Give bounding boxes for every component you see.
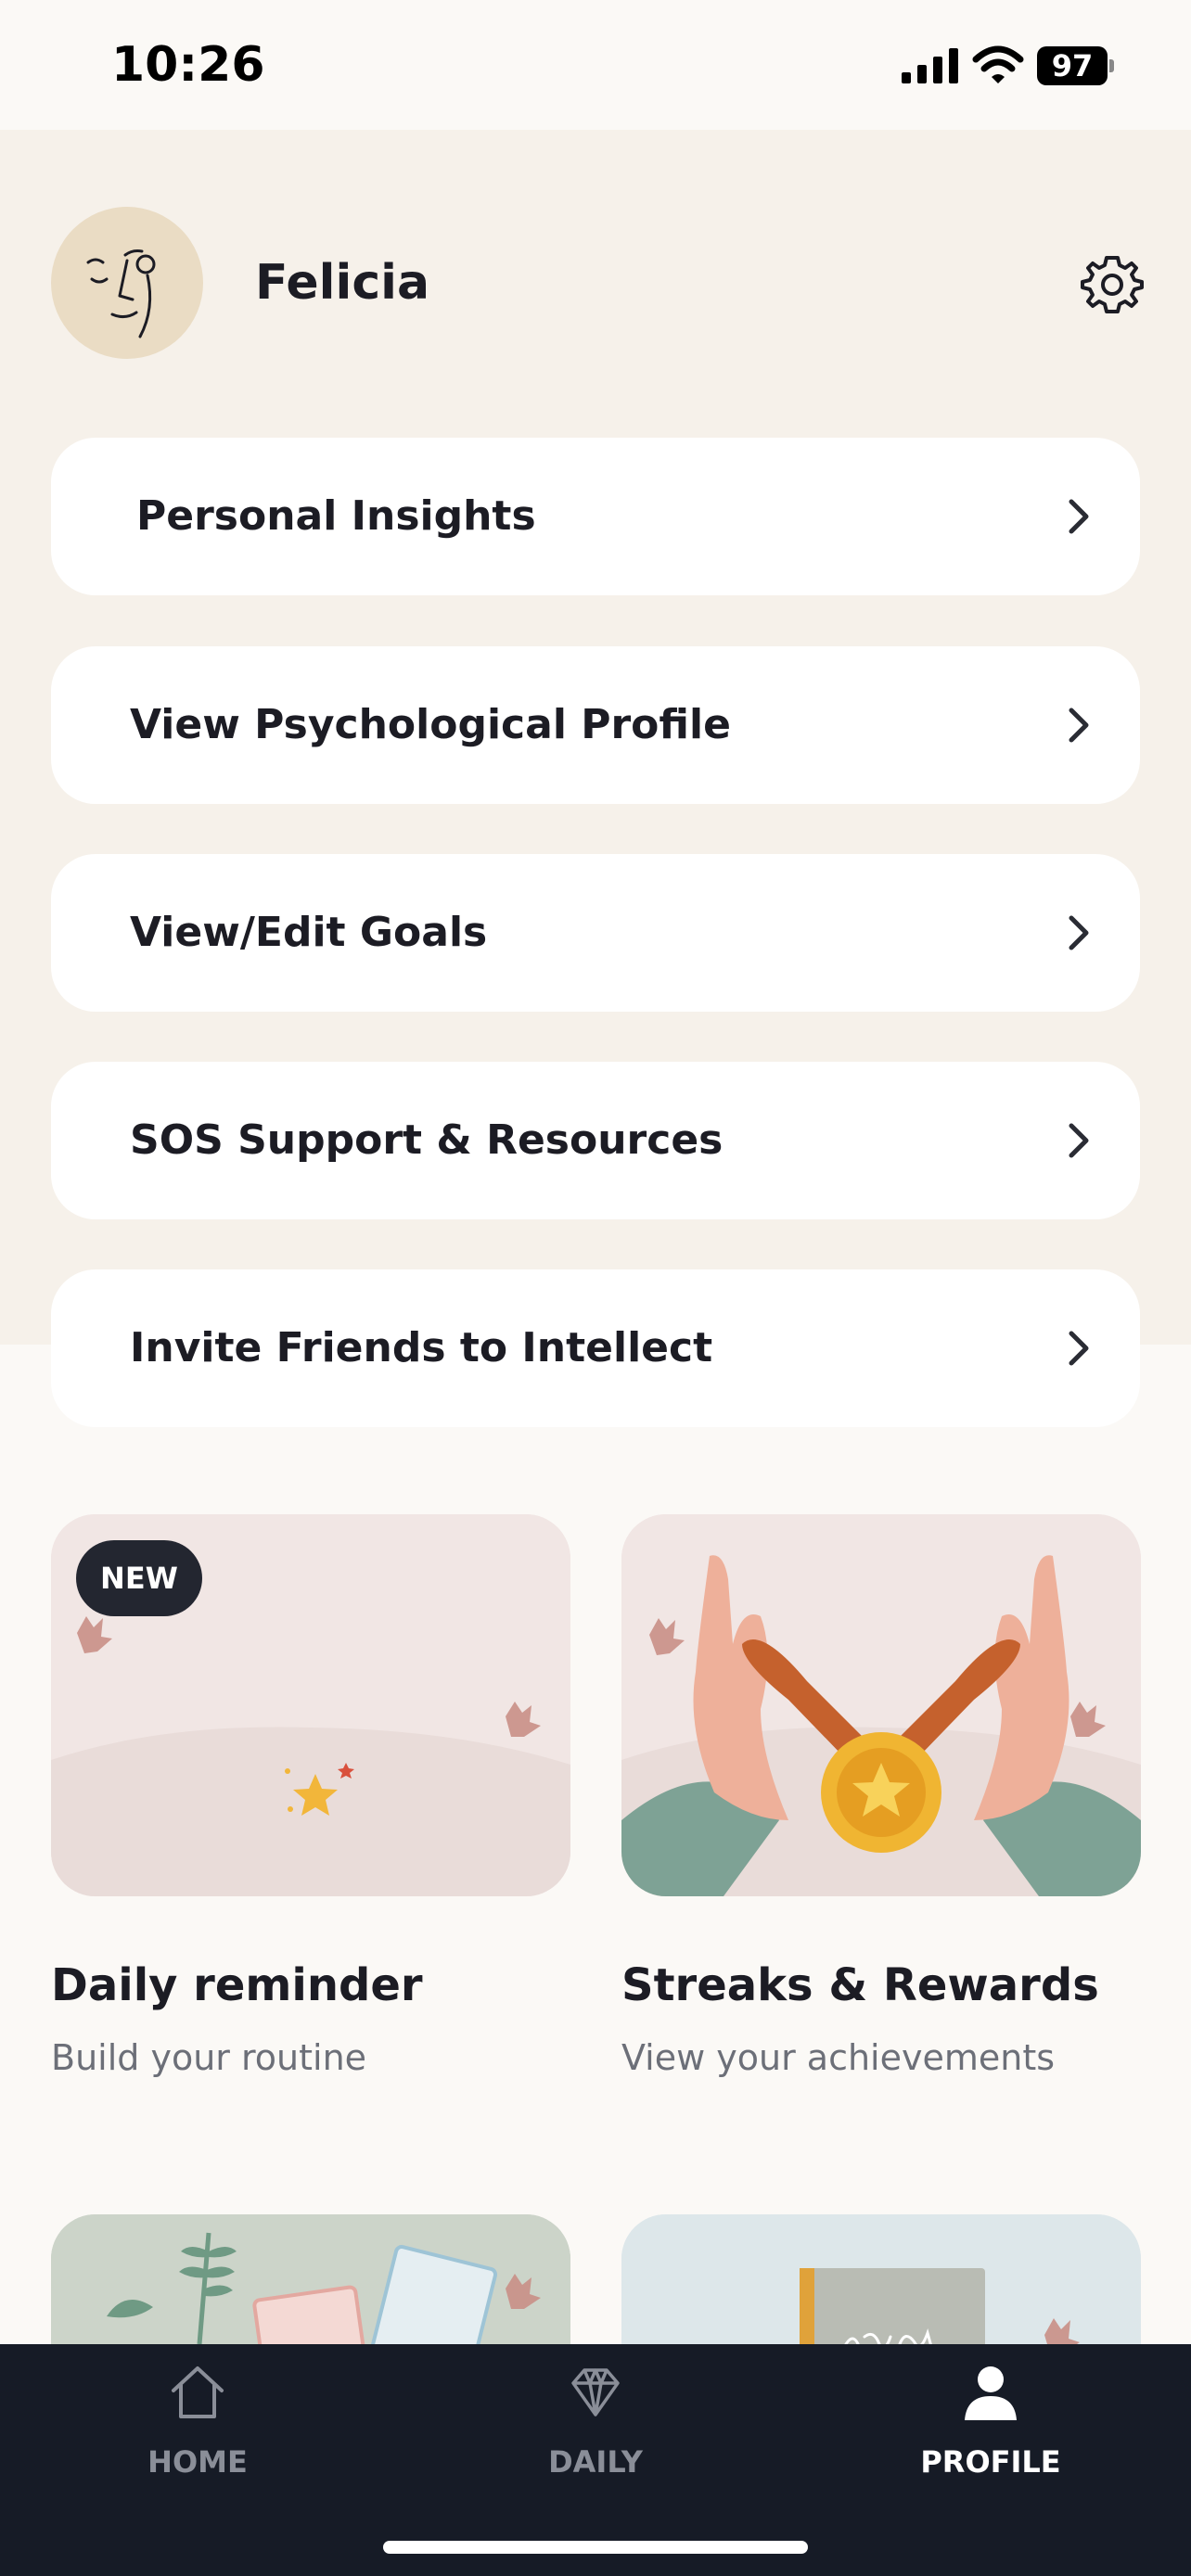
chevron-right-icon — [1069, 915, 1089, 950]
person-icon — [965, 2366, 1017, 2420]
battery-icon: 97 — [1037, 46, 1115, 85]
menu-edit-goals[interactable]: View/Edit Goals — [51, 854, 1140, 1012]
avatar[interactable] — [51, 207, 203, 359]
menu-label: SOS Support & Resources — [130, 1116, 724, 1164]
new-badge: NEW — [76, 1540, 202, 1616]
tab-label: HOME — [147, 2444, 248, 2480]
chevron-right-icon — [1069, 1331, 1089, 1366]
status-time: 10:26 — [111, 37, 265, 93]
wifi-icon — [972, 45, 1024, 83]
tab-label: PROFILE — [920, 2444, 1061, 2480]
diamond-icon — [571, 2368, 620, 2417]
tile-subtitle-streaks: View your achievements — [621, 2037, 1056, 2078]
menu-label: Personal Insights — [136, 492, 536, 540]
menu-psychological-profile[interactable]: View Psychological Profile — [51, 646, 1140, 804]
menu-sos-support[interactable]: SOS Support & Resources — [51, 1062, 1140, 1219]
streaks-rewards-card[interactable] — [621, 1514, 1141, 1896]
daily-reminder-card[interactable]: NEW — [51, 1514, 570, 1896]
tab-home[interactable]: HOME — [58, 2344, 337, 2483]
menu-label: View Psychological Profile — [130, 701, 731, 748]
battery-level: 97 — [1037, 46, 1108, 85]
status-bar: 10:26 97 — [0, 0, 1191, 130]
tab-daily[interactable]: DAILY — [456, 2344, 735, 2483]
tile-title-daily-reminder: Daily reminder — [51, 1959, 423, 2011]
tile-title-streaks: Streaks & Rewards — [621, 1959, 1099, 2011]
settings-gear-icon[interactable] — [1081, 252, 1144, 315]
chevron-right-icon — [1069, 1123, 1089, 1158]
tab-label: DAILY — [548, 2444, 643, 2480]
menu-label: Invite Friends to Intellect — [130, 1324, 713, 1371]
menu-invite-friends[interactable]: Invite Friends to Intellect — [51, 1269, 1140, 1427]
profile-name: Felicia — [255, 255, 430, 311]
home-icon — [172, 2366, 224, 2418]
chevron-right-icon — [1069, 708, 1089, 743]
tab-profile[interactable]: PROFILE — [852, 2344, 1130, 2483]
menu-personal-insights[interactable]: Personal Insights — [51, 438, 1140, 595]
menu-label: View/Edit Goals — [130, 909, 488, 956]
chevron-right-icon — [1069, 499, 1089, 534]
cellular-signal-icon — [902, 48, 958, 83]
home-indicator — [383, 2541, 808, 2554]
face-line-art-icon — [86, 249, 156, 338]
tile-subtitle-daily-reminder: Build your routine — [51, 2037, 367, 2078]
medal-hands-illustration — [621, 1514, 1141, 1896]
